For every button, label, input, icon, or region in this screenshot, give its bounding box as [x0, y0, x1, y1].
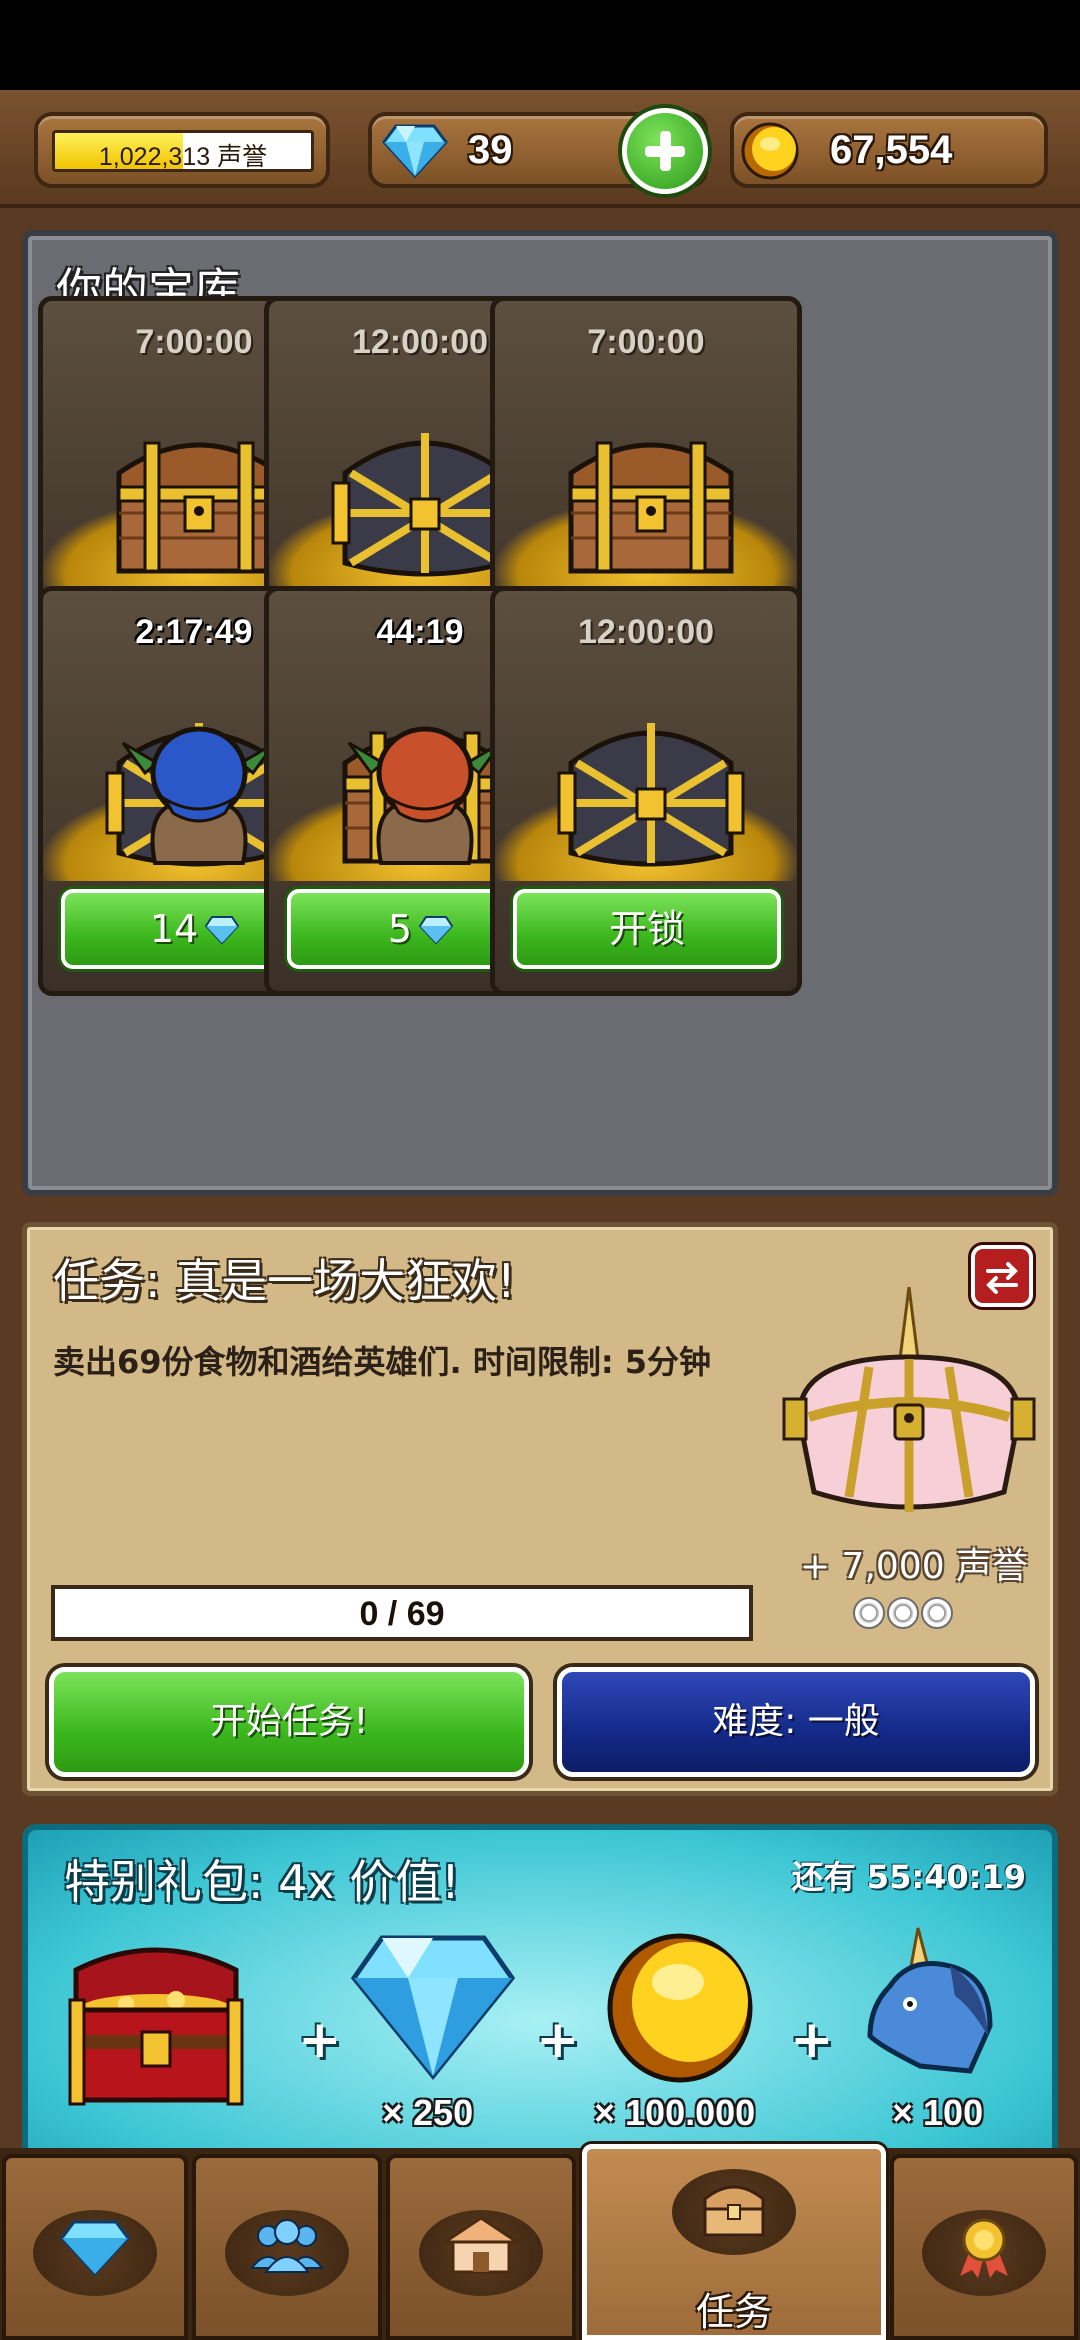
gem-count: 39 [468, 128, 513, 172]
quest-description: 卖出69份食物和酒给英雄们. 时间限制: 5分钟 [53, 1343, 712, 1381]
bottom-navigation: 任务 [0, 2144, 1080, 2340]
gem-cost: 14 [149, 907, 199, 951]
nav-tab-gems[interactable] [2, 2154, 188, 2340]
diamond-icon [382, 124, 448, 178]
status-bar [0, 0, 1080, 90]
chest-icon [703, 2185, 765, 2237]
nav-tab-quests[interactable]: 任务 [582, 2144, 886, 2340]
difficulty-dot [887, 1597, 919, 1629]
plus-sign: + [790, 2010, 834, 2070]
difficulty-dot [921, 1597, 953, 1629]
vault-chest-slot[interactable]: 12:00:00 开锁 [490, 586, 802, 996]
fame-value: 1,022,313 [98, 143, 211, 171]
currency-bar: 1,022,313 声誉 39 67,554 [0, 90, 1080, 208]
unicorn-icon [867, 1927, 993, 2074]
unlock-chest-button[interactable]: 开锁 [513, 889, 781, 969]
house-icon [443, 2216, 519, 2274]
difficulty-indicator [853, 1597, 955, 1633]
nav-tab-achievements[interactable] [890, 2154, 1078, 2340]
gold-coin-icon [607, 1933, 753, 2083]
treasure-chest-icon [68, 1947, 244, 2106]
diamond-icon [350, 1935, 516, 2080]
quest-reward-fame: + 7,000 声誉 [799, 1546, 1029, 1587]
offer-qty-unicorns: × 100 [892, 2092, 984, 2133]
fame-progress-bar: 1,022,313 声誉 [52, 130, 314, 172]
difficulty-dot [853, 1597, 885, 1629]
nav-tab-heroes[interactable] [192, 2154, 382, 2340]
nav-tab-label: 任务 [695, 2290, 772, 2334]
quest-progress-bar: 0 / 69 [51, 1585, 753, 1641]
people-icon [250, 2219, 324, 2273]
nav-tab-tavern[interactable] [386, 2154, 576, 2340]
gold-counter[interactable]: 67,554 [730, 112, 1048, 188]
special-offer-banner[interactable]: 特别礼包: 4x 价值! 还有 55:40:19 + × 250 + × 100… [22, 1824, 1058, 2154]
medal-icon [960, 2218, 1008, 2278]
offer-qty-diamonds: × 250 [382, 2092, 474, 2133]
quest-panel: 任务: 真是一场大狂欢! 卖出69份食物和酒给英雄们. 时间限制: 5分钟 + … [22, 1222, 1058, 1796]
diamond-icon [418, 916, 454, 945]
quest-title: 任务: 真是一场大狂欢! [53, 1254, 516, 1308]
chest-timer: 7:00:00 [587, 323, 705, 361]
reward-unicorn-chest-icon [782, 1287, 1036, 1512]
offer-timer: 还有 55:40:19 [791, 1858, 1026, 1896]
wooden-chest-icon [568, 441, 734, 574]
gold-count: 67,554 [830, 128, 953, 172]
gold-coin-icon [741, 122, 799, 180]
buy-gems-plus-button[interactable] [622, 108, 708, 194]
iron-chest-icon [557, 723, 745, 867]
vault-panel: 你的宝库 7:00:00开锁12:00:00开锁7:00:00开锁2:17:49… [22, 230, 1058, 1196]
offer-title: 特别礼包: 4x 价值! [64, 1855, 460, 1909]
quest-progress-text: 0 / 69 [359, 1595, 445, 1633]
plus-sign: + [536, 2010, 580, 2070]
diamond-icon [60, 2220, 130, 2277]
chest-timer: 12:00:00 [577, 613, 715, 651]
plus-sign: + [298, 2010, 342, 2070]
start-quest-button[interactable]: 开始任务! [49, 1667, 529, 1777]
difficulty-button[interactable]: 难度: 一般 [557, 1667, 1035, 1777]
fame-counter[interactable]: 1,022,313 声誉 [34, 112, 330, 188]
fame-label: 声誉 [217, 143, 268, 171]
offer-qty-gold: × 100.000 [594, 2092, 756, 2133]
gem-cost: 5 [387, 907, 413, 951]
diamond-icon [204, 916, 240, 945]
